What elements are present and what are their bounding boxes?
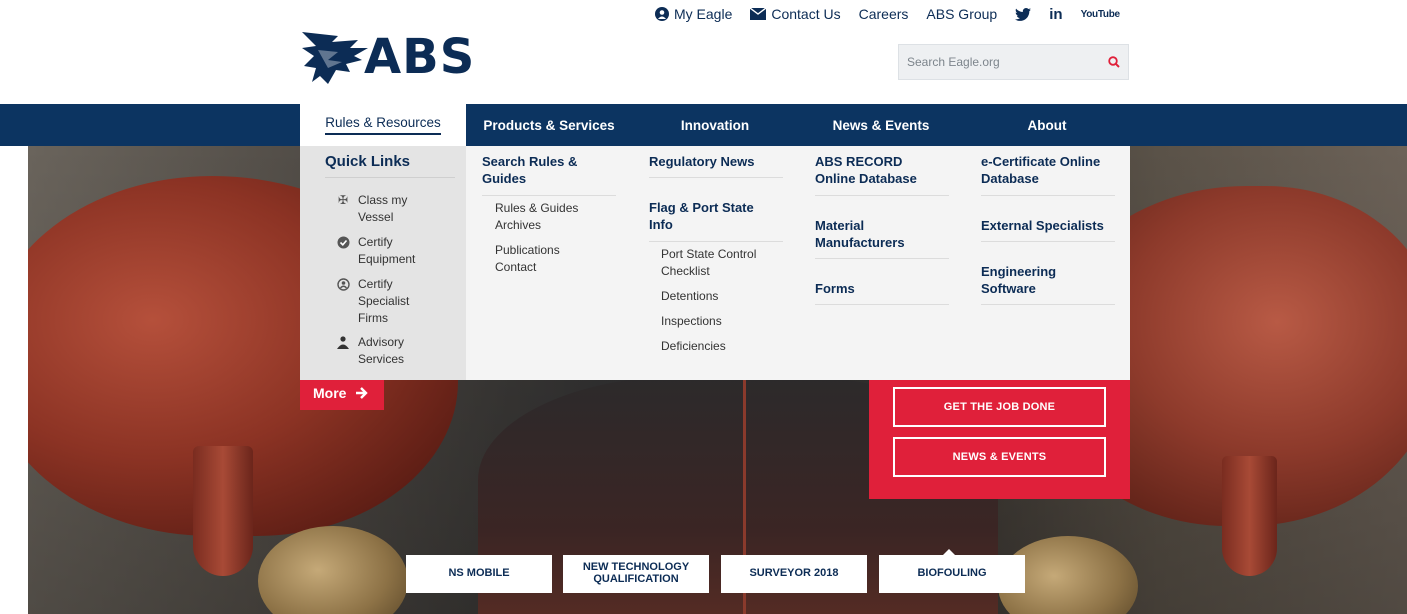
main-nav: Rules & Resources Products & Services In… (0, 104, 1407, 146)
twitter-link[interactable] (1015, 7, 1032, 21)
forms-link[interactable]: Forms (815, 280, 855, 297)
envelope-icon (750, 8, 767, 20)
quick-links-title: Quick Links (325, 153, 411, 170)
menu-divider (815, 258, 949, 259)
tab-ns-mobile[interactable]: NS MOBILE (406, 555, 552, 593)
detentions-link[interactable]: Detentions (661, 288, 718, 305)
more-button-label: More (313, 385, 347, 401)
tab-biofouling-label: BIOFOULING (917, 567, 987, 580)
twitter-icon (1015, 7, 1032, 21)
linkedin-link[interactable]: in (1049, 6, 1062, 23)
get-the-job-done-button[interactable]: GET THE JOB DONE (893, 387, 1106, 427)
get-the-job-done-label: GET THE JOB DONE (943, 401, 1056, 413)
nav-innovation-label: Innovation (680, 117, 750, 133)
publications-contact-link[interactable]: Publications Contact (495, 242, 585, 276)
quick-link-label: Class my Vessel (358, 193, 408, 224)
search-input[interactable] (907, 55, 1108, 69)
engineering-software-link[interactable]: Engineering Software (981, 263, 1101, 297)
abs-record-online-database-link[interactable]: ABS RECORD Online Database (815, 153, 935, 187)
menu-divider (981, 195, 1115, 196)
mega-menu-rules-resources: Quick Links ✠ Class my Vessel Certify Eq… (300, 146, 1130, 380)
news-events-label: NEWS & EVENTS (952, 451, 1047, 463)
quick-link-advisory-services[interactable]: Advisory Services (336, 334, 428, 368)
port-state-control-checklist-link[interactable]: Port State Control Checklist (661, 246, 776, 280)
nav-innovation[interactable]: Innovation (632, 104, 798, 146)
site-header: ABS My Eagle Contact Us Careers ABS Grou… (0, 0, 1407, 104)
specialist-icon (336, 277, 350, 291)
eagle-emblem-icon (302, 32, 368, 84)
quick-link-class-my-vessel[interactable]: ✠ Class my Vessel (336, 192, 428, 226)
news-events-button[interactable]: NEWS & EVENTS (893, 437, 1106, 477)
e-certificate-online-database-link[interactable]: e-Certificate Online Database (981, 153, 1121, 187)
hero-rudder-right (1222, 456, 1277, 576)
more-button[interactable]: More (300, 376, 384, 410)
my-eagle-label: My Eagle (674, 6, 733, 22)
quick-links-divider (325, 177, 455, 178)
menu-divider (981, 304, 1115, 305)
tab-new-technology-qualification[interactable]: NEW TECHNOLOGY QUALIFICATION (563, 555, 709, 593)
quick-link-label: Advisory Services (358, 335, 405, 366)
search-box (898, 44, 1129, 80)
contact-us-link[interactable]: Contact Us (750, 6, 841, 22)
regulatory-news-link[interactable]: Regulatory News (649, 153, 779, 170)
nav-products-services-label: Products & Services (483, 117, 615, 133)
tab-new-technology-qualification-label: NEW TECHNOLOGY QUALIFICATION (582, 561, 690, 585)
youtube-link[interactable]: YouTube (1080, 8, 1121, 20)
cta-panel: GET THE JOB DONE NEWS & EVENTS (869, 372, 1130, 499)
menu-divider (482, 195, 616, 196)
menu-divider (981, 241, 1115, 242)
quick-link-certify-specialist-firms[interactable]: Certify Specialist Firms (336, 276, 428, 327)
nav-rules-resources[interactable]: Rules & Resources (300, 104, 466, 146)
tab-surveyor-2018[interactable]: SURVEYOR 2018 (721, 555, 867, 593)
nav-products-services[interactable]: Products & Services (466, 104, 632, 146)
deficiencies-link[interactable]: Deficiencies (661, 338, 726, 355)
utility-links: My Eagle Contact Us Careers ABS Group in… (655, 4, 1120, 24)
rules-guides-archives-link[interactable]: Rules & Guides Archives (495, 200, 605, 234)
inspections-link[interactable]: Inspections (661, 313, 722, 330)
badge-check-icon (336, 235, 350, 249)
menu-divider (815, 304, 949, 305)
youtube-icon: YouTube (1080, 8, 1121, 20)
tab-biofouling[interactable]: BIOFOULING (879, 555, 1025, 593)
external-specialists-link[interactable]: External Specialists (981, 217, 1121, 234)
careers-link[interactable]: Careers (859, 6, 909, 22)
abs-group-link[interactable]: ABS Group (926, 6, 997, 22)
nav-rules-resources-label: Rules & Resources (325, 115, 441, 135)
quick-link-certify-equipment[interactable]: Certify Equipment (336, 234, 434, 268)
hero-propeller-left (258, 526, 408, 614)
my-eagle-link[interactable]: My Eagle (655, 6, 732, 22)
linkedin-icon: in (1049, 5, 1063, 23)
hero-rudder-left (193, 446, 253, 576)
ship-wheel-icon: ✠ (337, 192, 349, 207)
menu-divider (649, 177, 783, 178)
nav-about[interactable]: About (964, 104, 1130, 146)
tab-surveyor-2018-label: SURVEYOR 2018 (749, 567, 839, 580)
nav-news-events[interactable]: News & Events (798, 104, 964, 146)
search-rules-guides-link[interactable]: Search Rules & Guides (482, 153, 602, 187)
nav-news-events-label: News & Events (832, 117, 930, 133)
menu-divider (815, 195, 949, 196)
contact-us-label: Contact Us (771, 6, 841, 22)
menu-divider (649, 241, 783, 242)
careers-label: Careers (858, 6, 909, 22)
material-manufacturers-link[interactable]: Material Manufacturers (815, 217, 935, 251)
arrow-right-icon (356, 387, 369, 399)
user-icon (655, 7, 669, 21)
people-icon (336, 335, 350, 349)
quick-link-label: Certify Equipment (358, 235, 416, 266)
search-icon[interactable] (1108, 56, 1120, 68)
tab-ns-mobile-label: NS MOBILE (448, 567, 510, 580)
quick-link-label: Certify Specialist Firms (358, 277, 410, 325)
flag-port-state-info-link[interactable]: Flag & Port State Info (649, 199, 769, 233)
logo-wordmark: ABS (364, 29, 476, 85)
quick-links-panel: Quick Links ✠ Class my Vessel Certify Eq… (300, 146, 466, 380)
abs-logo[interactable]: ABS (298, 24, 475, 90)
abs-group-label: ABS Group (926, 6, 998, 22)
nav-about-label: About (1027, 117, 1067, 133)
